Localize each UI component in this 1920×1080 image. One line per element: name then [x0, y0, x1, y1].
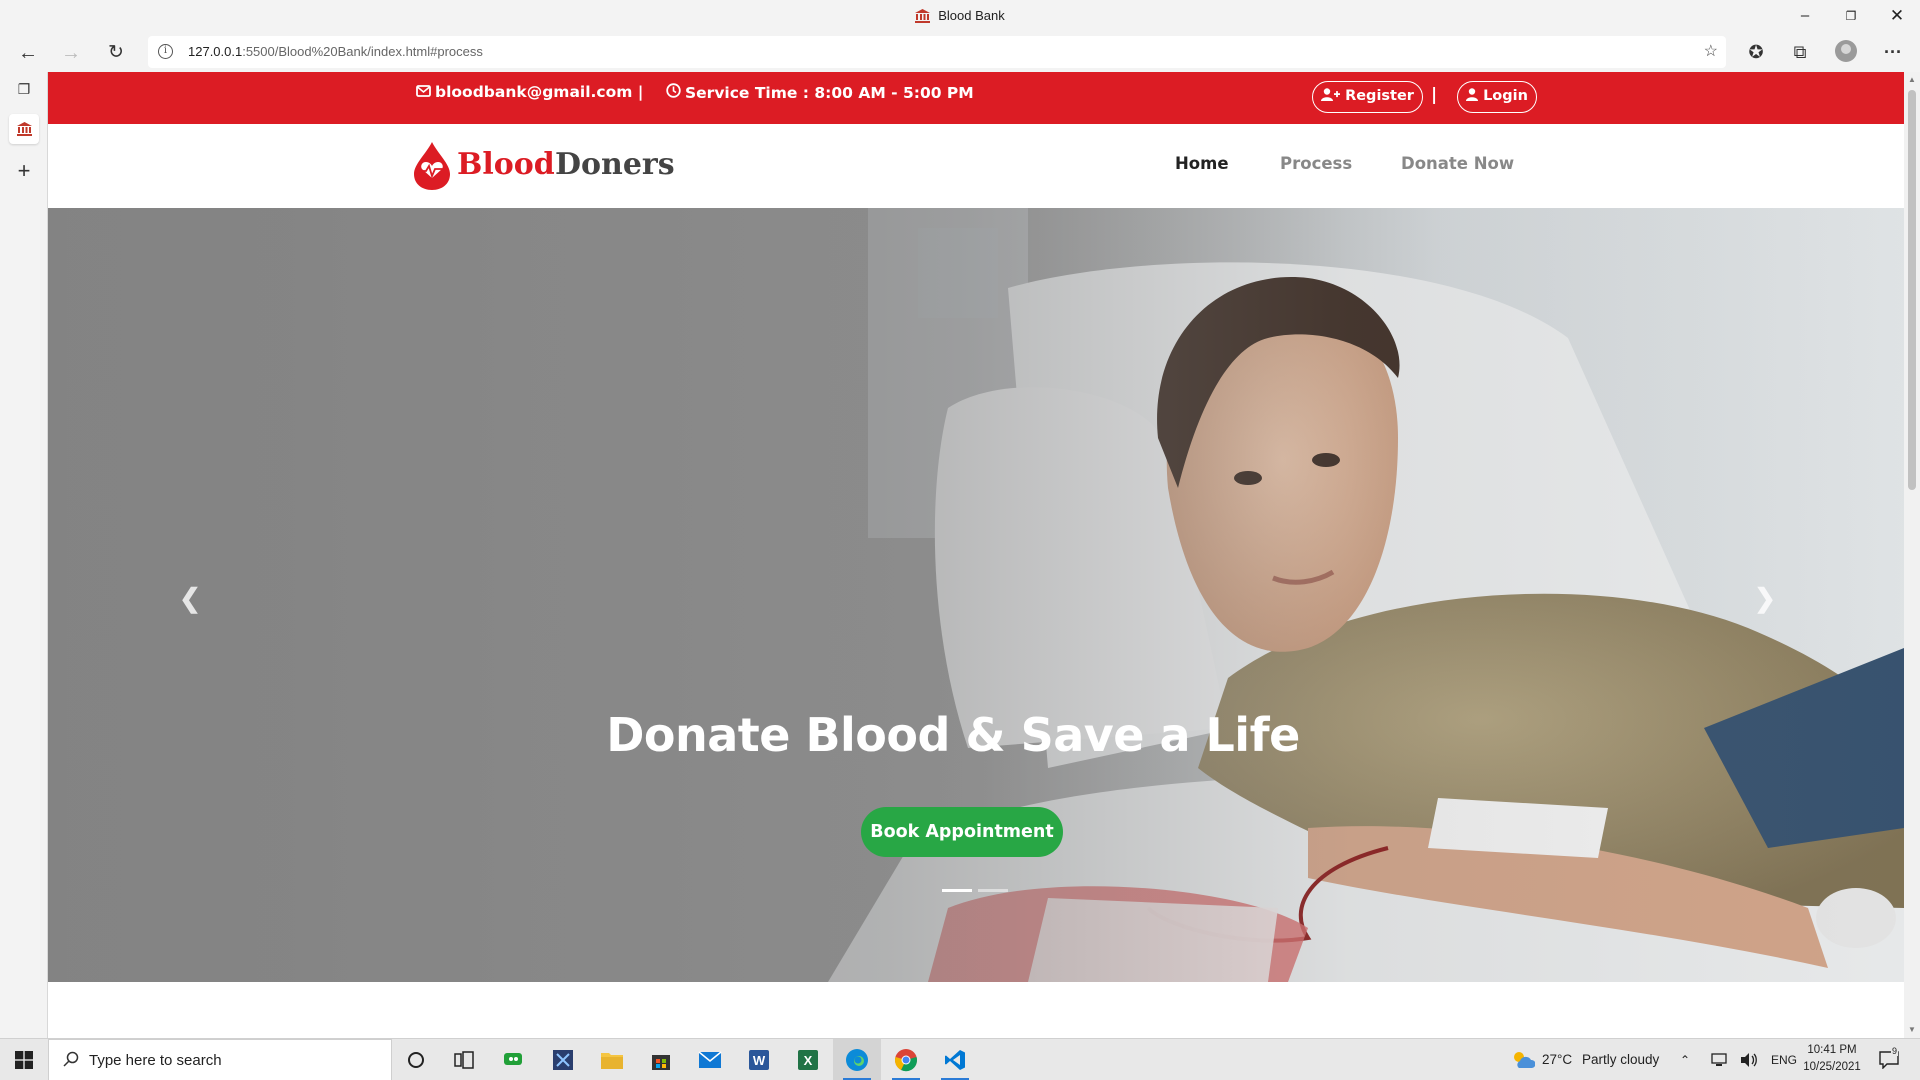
brand-name-dark: Doners	[555, 147, 675, 182]
login-label: Login	[1483, 88, 1528, 104]
user-icon	[1466, 88, 1483, 104]
page-viewport: bloodbank@gmail.com | Service Time : 8:0…	[48, 72, 1904, 1038]
user-plus-icon	[1321, 88, 1345, 104]
windows-taskbar: Type here to search W X 27°C Partly clou…	[0, 1038, 1920, 1080]
new-tab-icon[interactable]: +	[9, 156, 39, 186]
taskbar-search-box[interactable]: Type here to search	[48, 1039, 392, 1080]
weather-status[interactable]: Partly cloudy	[1582, 1039, 1659, 1080]
microsoft-store-icon[interactable]	[637, 1039, 685, 1080]
mail-icon[interactable]	[686, 1039, 734, 1080]
page-scrollbar[interactable]: ▲ ▼	[1904, 72, 1920, 1038]
carousel-indicator-2[interactable]	[978, 889, 1008, 892]
svg-text:W: W	[753, 1053, 766, 1068]
search-icon	[63, 1051, 79, 1072]
edge-browser-icon[interactable]	[833, 1039, 881, 1080]
brand-name-red: Blood	[457, 147, 555, 182]
restore-button[interactable]: ❐	[1828, 0, 1874, 32]
url-path: :5500/Blood%20Bank/index.html#process	[242, 44, 483, 59]
bank-icon	[915, 9, 931, 26]
notification-icon[interactable]: 9	[1879, 1039, 1909, 1080]
vertical-tabs-sidebar: ❐ +	[0, 72, 48, 1038]
nav-home[interactable]: Home	[1175, 154, 1229, 173]
carousel-indicator-1[interactable]	[942, 889, 972, 892]
back-icon[interactable]: ←	[13, 38, 43, 68]
tab-blood-bank[interactable]	[9, 114, 39, 144]
snipping-tool-icon[interactable]	[539, 1039, 587, 1080]
minimize-button[interactable]: –	[1782, 0, 1828, 32]
network-icon[interactable]	[1710, 1039, 1728, 1080]
hero-headline: Donate Blood & Save a Life	[606, 708, 1300, 762]
taskbar-clock[interactable]: 10:41 PM 10/25/2021	[1797, 1042, 1867, 1076]
scroll-up-icon[interactable]: ▲	[1904, 72, 1920, 88]
hero-overlay	[48, 208, 1904, 982]
volume-icon[interactable]	[1740, 1039, 1758, 1080]
scroll-down-icon[interactable]: ▼	[1904, 1022, 1920, 1038]
close-window-button[interactable]: ✕	[1874, 0, 1920, 32]
scrollbar-thumb[interactable]	[1908, 90, 1916, 490]
input-language[interactable]: ENG	[1771, 1039, 1797, 1080]
weather-temp[interactable]: 27°C	[1542, 1039, 1572, 1080]
chevron-right-icon[interactable]: ❯	[1745, 578, 1785, 618]
window-title: Blood Bank	[0, 8, 1920, 26]
word-icon[interactable]: W	[735, 1039, 783, 1080]
register-button[interactable]: Register	[1312, 81, 1423, 113]
service-time-text: Service Time : 8:00 AM - 5:00 PM	[685, 84, 974, 102]
tab-actions-icon[interactable]: ❐	[9, 74, 39, 104]
contact-email: bloodbank@gmail.com |	[416, 83, 643, 101]
book-appointment-button[interactable]: Book Appointment	[861, 807, 1063, 857]
weather-icon[interactable]	[1511, 1039, 1536, 1080]
windows-start-icon[interactable]	[0, 1039, 48, 1080]
svg-text:X: X	[804, 1053, 813, 1068]
url-text[interactable]: 127.0.0.1:5500/Blood%20Bank/index.html#p…	[188, 44, 483, 59]
profile-icon[interactable]	[1835, 40, 1857, 62]
url-host: 127.0.0.1	[188, 44, 243, 59]
window-title-text: Blood Bank	[938, 8, 1005, 23]
notification-count: 9	[1891, 1046, 1899, 1056]
address-bar[interactable]: i 127.0.0.1:5500/Blood%20Bank/index.html…	[148, 36, 1726, 68]
favorites-icon[interactable]: ✪	[1741, 42, 1771, 72]
info-icon[interactable]: i	[158, 44, 173, 59]
main-navbar: Blood Doners Home Process Donate Now	[48, 124, 1904, 208]
chrome-icon[interactable]	[882, 1039, 930, 1080]
more-icon[interactable]: ···	[1878, 42, 1908, 72]
vscode-icon[interactable]	[931, 1039, 979, 1080]
hero-carousel: ❮ ❯ Donate Blood & Save a Life Book Appo…	[48, 208, 1904, 982]
cortana-icon[interactable]	[392, 1039, 440, 1080]
contact-bar: bloodbank@gmail.com | Service Time : 8:0…	[48, 72, 1904, 124]
file-explorer-icon[interactable]	[588, 1039, 636, 1080]
address-bar-row: ← → ↻ i 127.0.0.1:5500/Blood%20Bank/inde…	[0, 32, 1920, 72]
taskbar-search-placeholder: Type here to search	[89, 1052, 222, 1069]
blood-drop-heart-icon	[410, 140, 454, 197]
collections-icon[interactable]: ⧉	[1785, 42, 1815, 72]
excel-icon[interactable]: X	[784, 1039, 832, 1080]
browser-title-bar: Blood Bank – ❐ ✕	[0, 0, 1920, 32]
refresh-icon[interactable]: ↻	[101, 38, 131, 68]
chevron-left-icon[interactable]: ❮	[170, 578, 210, 618]
forward-icon[interactable]: →	[56, 38, 86, 68]
auth-separator: |	[1431, 85, 1438, 105]
messaging-app-icon[interactable]	[490, 1039, 538, 1080]
envelope-icon	[416, 83, 431, 101]
register-label: Register	[1345, 88, 1414, 104]
show-hidden-icons-icon[interactable]: ⌃	[1680, 1039, 1690, 1080]
clock-time: 10:41 PM	[1807, 1044, 1857, 1056]
email-text: bloodbank@gmail.com |	[435, 83, 644, 101]
task-view-icon[interactable]	[440, 1039, 488, 1080]
nav-process[interactable]: Process	[1280, 154, 1352, 173]
clock-icon	[666, 83, 681, 102]
bank-icon	[16, 122, 32, 136]
service-time: Service Time : 8:00 AM - 5:00 PM	[666, 83, 974, 102]
nav-donate-now[interactable]: Donate Now	[1401, 154, 1514, 173]
login-button[interactable]: Login	[1457, 81, 1537, 113]
clock-date: 10/25/2021	[1803, 1061, 1861, 1073]
favorite-add-icon[interactable]: ☆	[1704, 41, 1718, 61]
